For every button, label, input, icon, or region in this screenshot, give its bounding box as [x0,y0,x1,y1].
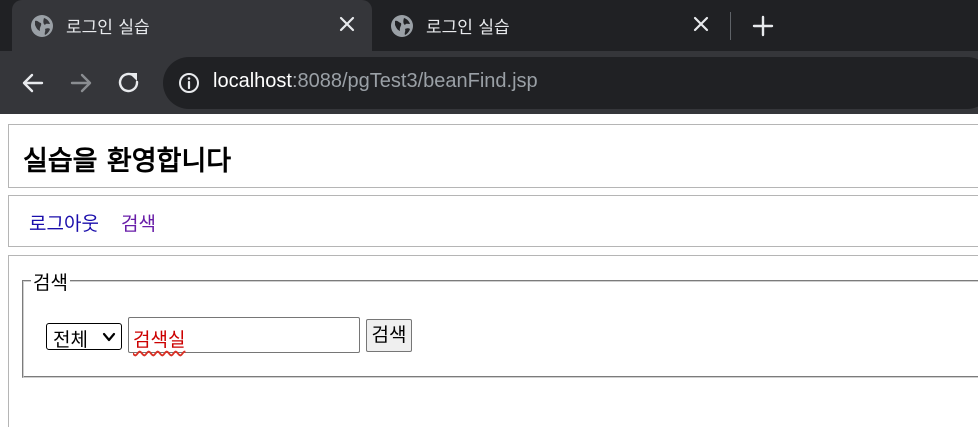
search-link[interactable]: 검색 [121,209,156,236]
tab-title: 로그인 실습 [66,18,150,38]
chevron-down-icon [102,332,116,342]
close-icon[interactable] [690,13,712,35]
close-icon[interactable] [336,13,358,35]
info-icon[interactable] [178,72,200,94]
main-section: 검색 전체 검색실 검색 [8,255,978,427]
url-path: :8088/pgTest3/beanFind.jsp [291,70,538,92]
tab-title: 로그인 실습 [426,18,510,38]
browser-tab-strip: 로그인 실습 로그인 실습 [0,0,978,51]
address-bar[interactable]: localhost:8088/pgTest3/beanFind.jsp [163,57,978,109]
select-value: 전체 [53,329,88,351]
browser-tab-active[interactable]: 로그인 실습 [12,0,372,51]
search-input[interactable]: 검색실 [128,317,360,353]
search-type-select[interactable]: 전체 [46,323,122,351]
reload-icon[interactable] [115,69,143,97]
page-title: 실습을 환영합니다 [23,146,232,177]
tab-separator [730,12,731,40]
search-input-value: 검색실 [133,329,186,351]
search-legend: 검색 [31,268,70,295]
search-button[interactable]: 검색 [366,319,412,352]
url-host: localhost [213,70,292,92]
globe-icon [391,15,413,37]
back-arrow-icon[interactable] [19,69,47,97]
header-section: 실습을 환영합니다 [8,124,978,188]
url-text: localhost:8088/pgTest3/beanFind.jsp [213,70,538,93]
forward-arrow-icon[interactable] [67,69,95,97]
logout-link[interactable]: 로그아웃 [29,209,99,236]
browser-toolbar: localhost:8088/pgTest3/beanFind.jsp [0,51,978,114]
page-content: 실습을 환영합니다 로그아웃 검색 검색 전체 검색실 검색 [0,114,978,427]
browser-tab-inactive[interactable]: 로그인 실습 [372,0,726,51]
nav-section: 로그아웃 검색 [8,195,978,247]
globe-icon [31,15,53,37]
new-tab-plus-icon[interactable] [748,11,778,41]
